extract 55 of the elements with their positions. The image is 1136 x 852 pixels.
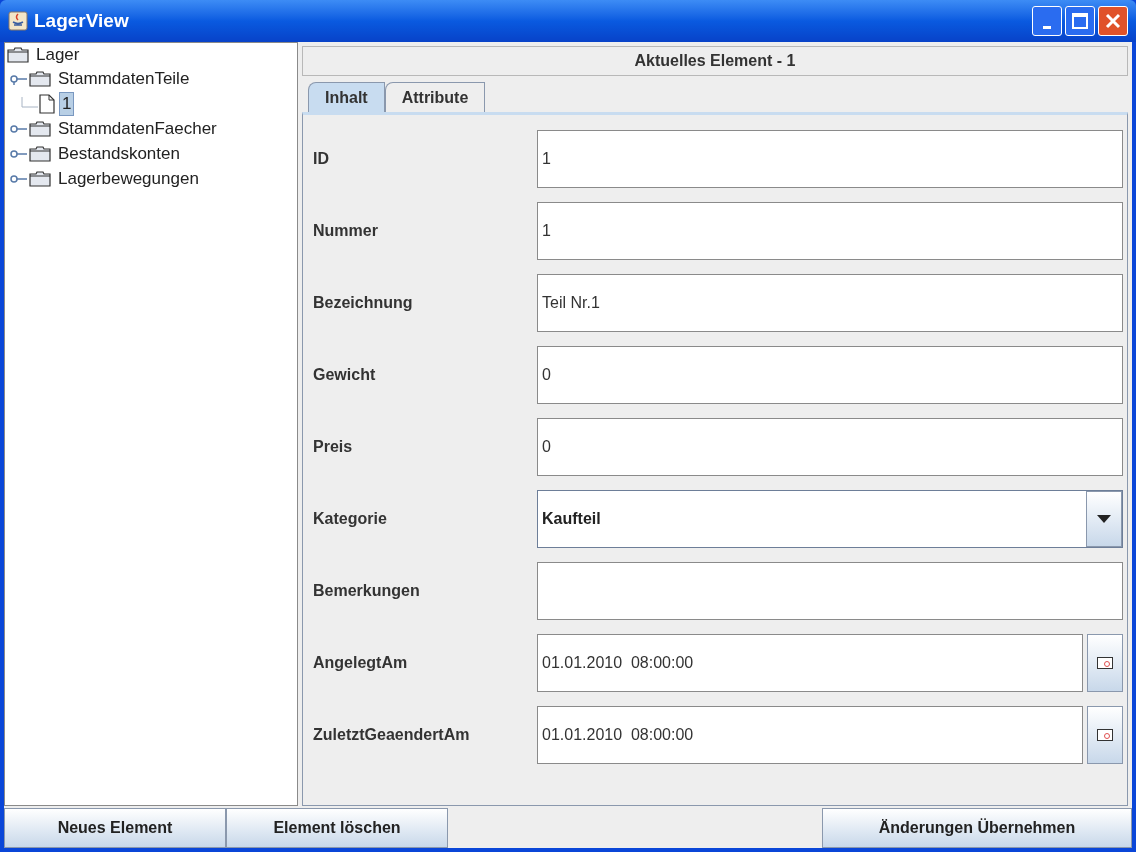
minimize-icon: [1043, 26, 1051, 29]
field-label: ZuletztGeaendertAm: [312, 725, 471, 745]
close-icon: [1105, 13, 1121, 29]
field-label: Nummer: [312, 221, 379, 241]
maximize-button[interactable]: [1065, 6, 1095, 36]
field-label: Bezeichnung: [312, 293, 414, 313]
window-title: LagerView: [34, 8, 129, 33]
field-label: Kategorie: [312, 509, 388, 529]
field-label: Bemerkungen: [312, 581, 421, 601]
calendar-icon: [1097, 729, 1113, 741]
minimize-button[interactable]: [1032, 6, 1062, 36]
panel-header: Aktuelles Element - 1: [302, 46, 1128, 76]
close-button[interactable]: [1098, 6, 1128, 36]
collapsed-handle-icon[interactable]: [9, 147, 29, 160]
tree-item[interactable]: 1: [59, 91, 75, 116]
expanded-handle-icon[interactable]: [9, 73, 29, 85]
field-label: ID: [312, 149, 330, 169]
tree-item[interactable]: Lagerbewegungen: [55, 166, 202, 191]
calendar-icon: [1097, 657, 1113, 669]
action-button[interactable]: Änderungen Übernehmen: [822, 808, 1132, 848]
action-button[interactable]: Element löschen: [226, 808, 448, 848]
field-label: AngelegtAm: [312, 653, 409, 673]
document-icon: [39, 93, 55, 114]
tree-line-icon: [21, 96, 39, 111]
date-field[interactable]: 01.01.2010 08:00:00: [537, 706, 1083, 764]
tab[interactable]: Attribute: [384, 82, 486, 112]
field-label: Gewicht: [312, 365, 377, 385]
action-button[interactable]: Neues Element: [4, 808, 226, 848]
dropdown-arrow-icon: [1097, 515, 1111, 523]
tree-item[interactable]: Lager: [33, 43, 83, 67]
folder-icon: [29, 71, 51, 87]
tree-item[interactable]: Bestandskonten: [55, 141, 183, 166]
input-field[interactable]: [537, 562, 1123, 620]
input-field[interactable]: 0: [537, 418, 1123, 476]
tree-root-row[interactable]: Lager: [5, 43, 297, 67]
collapsed-handle-icon[interactable]: [9, 122, 29, 135]
input-field[interactable]: 1: [537, 130, 1123, 188]
category-dropdown[interactable]: Kaufteil: [537, 490, 1123, 548]
folder-icon: [29, 120, 51, 137]
tree-item[interactable]: StammdatenFaecher: [55, 116, 220, 141]
folder-icon: [29, 170, 51, 187]
tree-item[interactable]: StammdatenTeile: [55, 67, 193, 91]
input-field[interactable]: Teil Nr.1: [537, 274, 1123, 332]
date-field[interactable]: 01.01.2010 08:00:00: [537, 634, 1083, 692]
calendar-button[interactable]: [1087, 634, 1123, 692]
input-field[interactable]: 1: [537, 202, 1123, 260]
input-field[interactable]: 0: [537, 346, 1123, 404]
calendar-button[interactable]: [1087, 706, 1123, 764]
collapsed-handle-icon[interactable]: [9, 172, 29, 185]
app-icon: [8, 11, 28, 31]
tab[interactable]: Inhalt: [308, 82, 385, 112]
folder-icon: [29, 145, 51, 162]
folder-icon: [7, 47, 29, 63]
maximize-icon: [1072, 13, 1088, 29]
field-label: Preis: [312, 437, 354, 457]
